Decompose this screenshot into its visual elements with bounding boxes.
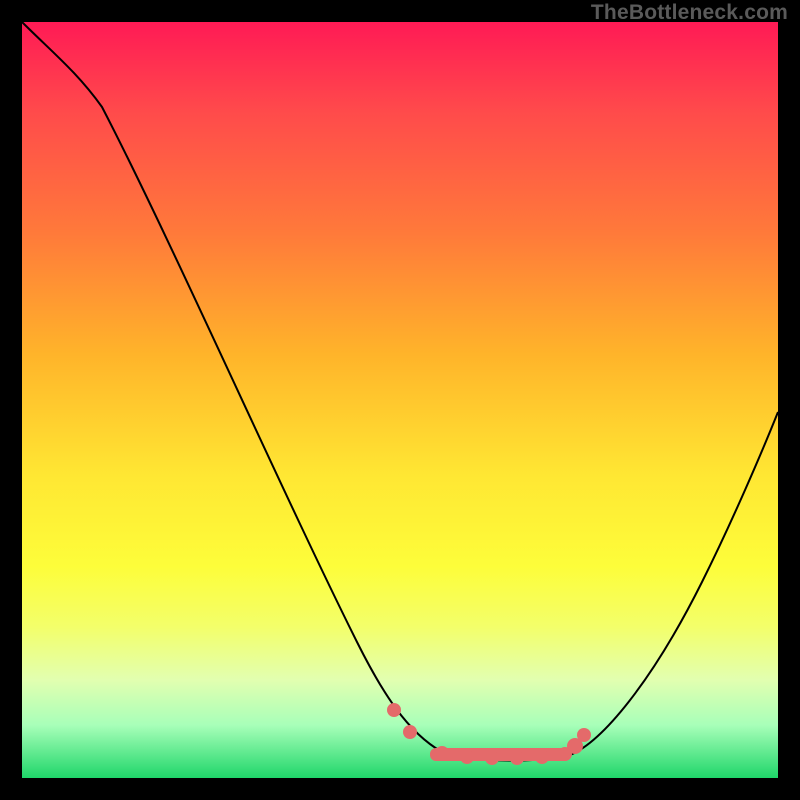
branding-watermark: TheBottleneck.com bbox=[591, 1, 788, 25]
curve-path bbox=[22, 22, 778, 761]
bottleneck-curve bbox=[22, 22, 778, 778]
dot bbox=[535, 750, 549, 764]
chart-frame: TheBottleneck.com bbox=[0, 0, 800, 800]
dot bbox=[435, 746, 449, 760]
dot bbox=[510, 751, 524, 765]
dot bbox=[387, 703, 401, 717]
dot bbox=[577, 728, 591, 742]
dot bbox=[403, 725, 417, 739]
valley-band bbox=[430, 748, 570, 761]
dot bbox=[460, 750, 474, 764]
dot bbox=[485, 751, 499, 765]
